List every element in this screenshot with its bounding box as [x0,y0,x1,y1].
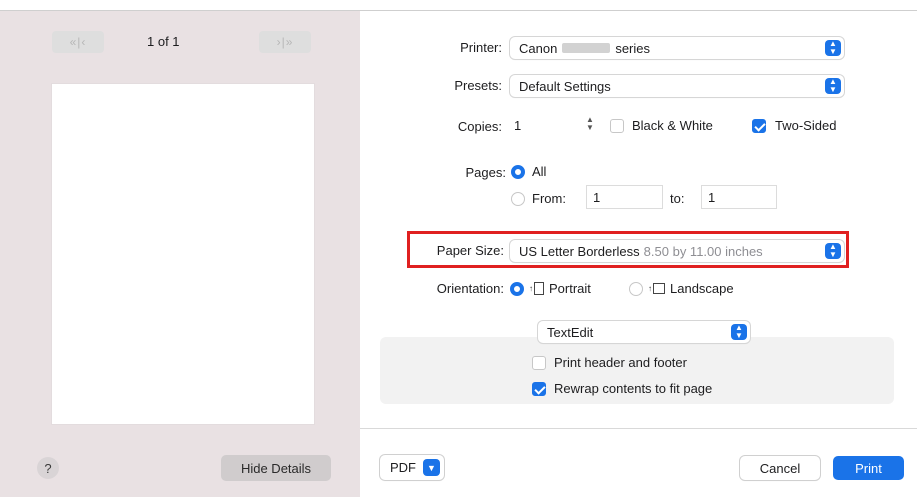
presets-label: Presets: [454,78,502,93]
rewrap-label: Rewrap contents to fit page [554,381,713,396]
landscape-icon: ↑ [648,282,665,296]
next-page-button[interactable]: ›|» [259,31,311,53]
printer-select[interactable]: Canon series ▲ ▼ [510,37,844,59]
app-options-select[interactable]: TextEdit ▲ ▼ [538,321,750,343]
copies-input[interactable]: 1 [508,114,584,136]
pdf-menu-button[interactable]: PDF ▼ [380,455,444,480]
copies-value: 1 [514,117,522,133]
landscape-label: Landscape [670,281,734,296]
pages-to-input[interactable]: 1 [702,186,776,208]
pages-all-label: All [532,164,547,179]
landscape-radio[interactable] [629,282,643,296]
pages-to-label: to: [670,191,685,206]
pages-all-radio[interactable] [511,165,525,179]
help-button[interactable]: ? [37,457,59,479]
chevron-updown-icon: ▲ ▼ [731,324,747,340]
black-white-checkbox[interactable] [610,119,624,133]
chevron-updown-icon: ▲ ▼ [825,40,841,56]
printer-brand: Canon [519,40,558,56]
copies-stepper-icon[interactable]: ▲ ▼ [583,114,597,134]
app-options-value: TextEdit [547,324,594,340]
pages-from-value: 1 [593,189,601,205]
presets-select[interactable]: Default Settings ▲ ▼ [510,75,844,97]
portrait-radio[interactable] [510,282,524,296]
black-white-label: Black & White [632,118,713,133]
portrait-label: Portrait [549,281,591,296]
pages-from-radio[interactable] [511,192,525,206]
orientation-label: Orientation: [436,281,504,296]
two-sided-label: Two-Sided [775,118,837,133]
header-footer-checkbox[interactable] [532,356,546,370]
previous-page-button[interactable]: «|‹ [52,31,104,53]
chevron-updown-icon: ▲ ▼ [825,78,841,94]
pdf-label: PDF [390,460,416,475]
footer-divider [360,428,917,429]
page-count: 1 of 1 [147,34,180,49]
rewrap-checkbox[interactable] [532,382,546,396]
pages-from-label: From: [532,191,566,206]
pages-to-value: 1 [708,189,716,205]
two-sided-checkbox[interactable] [752,119,766,133]
hide-details-button[interactable]: Hide Details [221,455,331,481]
copies-label: Copies: [457,119,502,134]
printer-model-redacted [562,43,611,53]
pages-from-input[interactable]: 1 [587,186,662,208]
printer-label: Printer: [460,40,502,55]
cancel-button[interactable]: Cancel [740,456,820,480]
portrait-icon: ↑ [529,282,545,296]
highlight-box [407,231,849,268]
pages-label: Pages: [465,165,506,180]
page-preview [52,84,314,424]
printer-series: series [615,40,650,56]
header-footer-label: Print header and footer [554,355,687,370]
window-top-edge [0,0,917,11]
print-button[interactable]: Print [833,456,904,480]
presets-value: Default Settings [519,78,611,94]
chevron-down-icon: ▼ [423,459,440,476]
